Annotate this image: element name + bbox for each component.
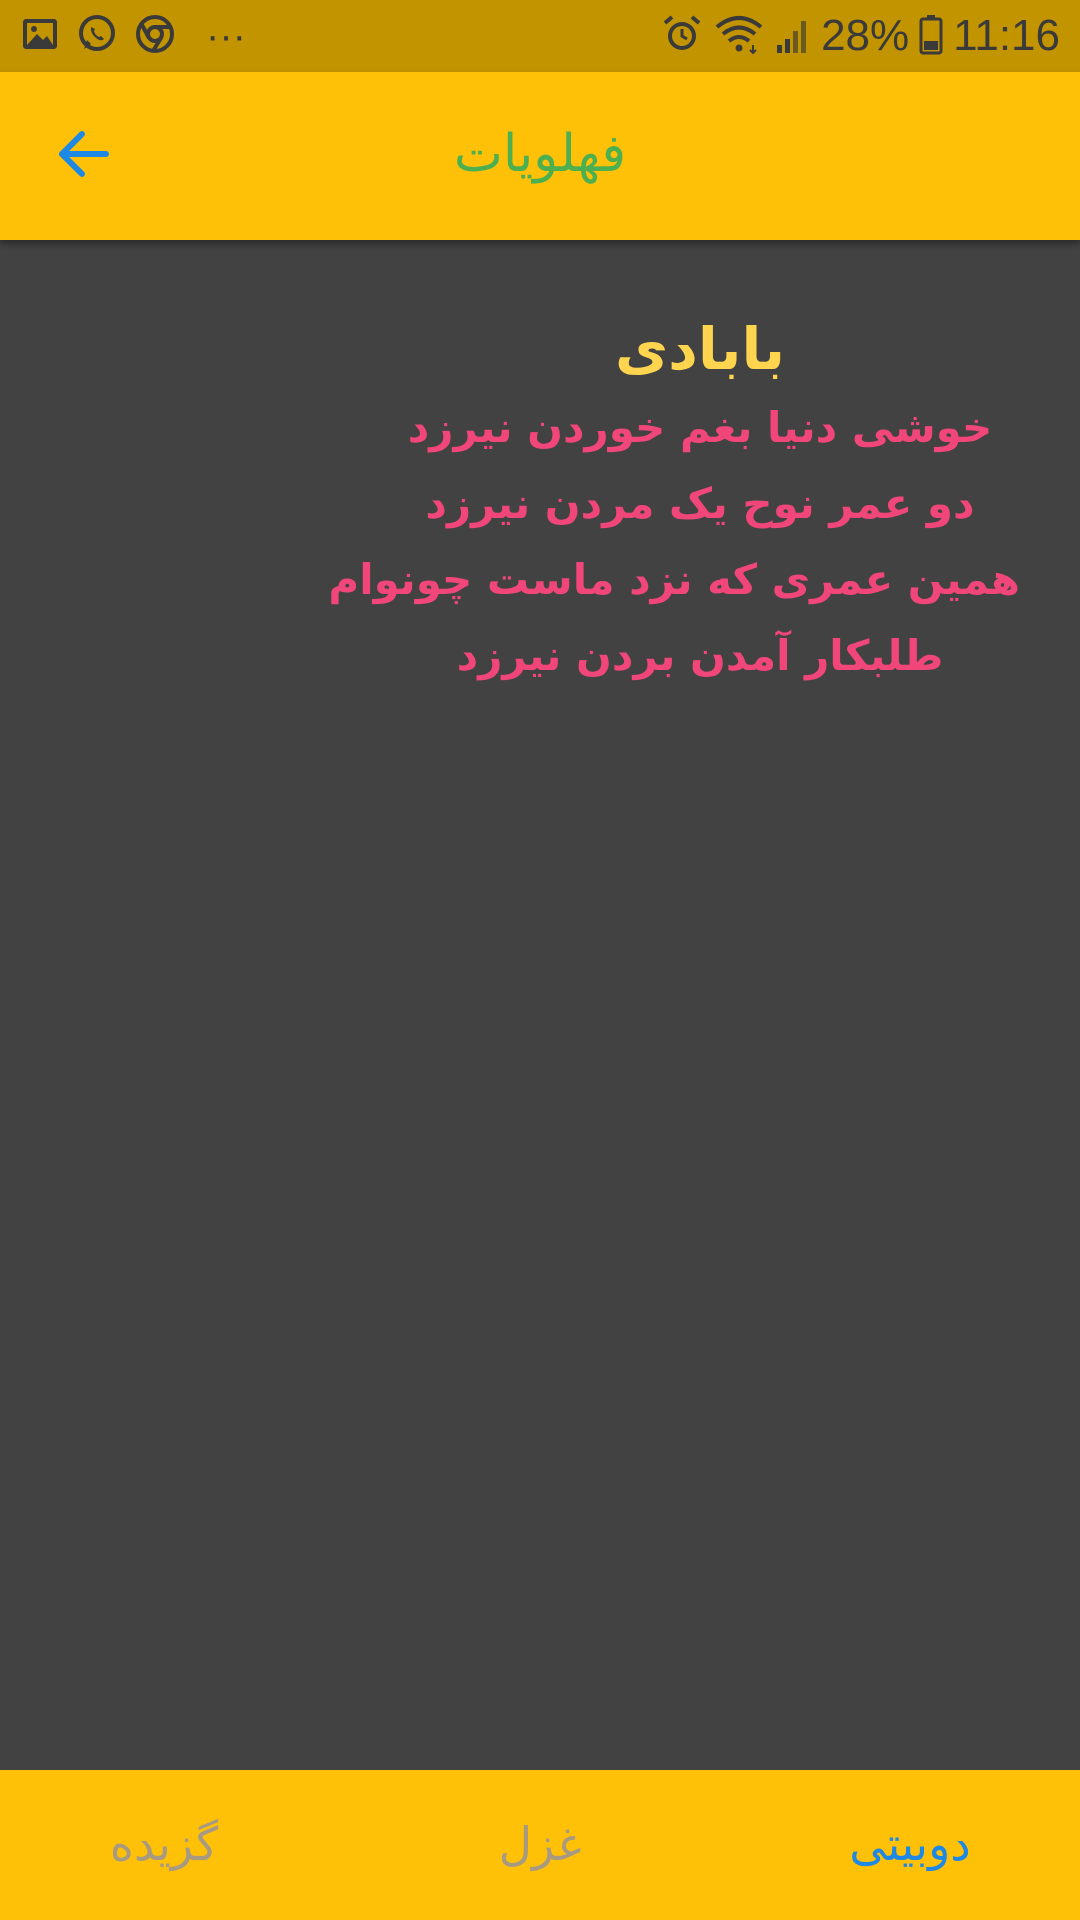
poem-content: بابادی خوشی دنیا بغم خوردن نیرزد دو عمر … (0, 240, 1080, 1770)
battery-percent: 28% (821, 11, 910, 60)
wifi-icon (713, 13, 765, 59)
tab-ghazal[interactable]: غزل (390, 1806, 690, 1882)
tab-gozideh[interactable]: گزیده (14, 1806, 314, 1882)
poet-name: بابادی (614, 315, 786, 383)
poem-line: دو عمر نوح یک مردن نیرزد (425, 479, 975, 528)
whatsapp-icon (76, 13, 118, 59)
more-icon: ··· (206, 14, 246, 58)
poem-card: بابادی خوشی دنیا بغم خوردن نیرزد دو عمر … (328, 308, 1020, 694)
alarm-icon (661, 13, 703, 59)
tab-dobeyti[interactable]: دوبیتی (760, 1806, 1060, 1882)
app-bar: فهلویات (0, 72, 1080, 240)
poem-line: همین عمری که نزد ماست چونوام (328, 555, 1020, 604)
status-bar: ··· 28% 11:16 (0, 0, 1080, 72)
chrome-icon (134, 13, 176, 59)
status-left-icons: ··· (20, 14, 246, 58)
bottom-navigation: دوبیتی غزل گزیده (0, 1770, 1080, 1920)
clock: 11:16 (953, 11, 1060, 60)
gallery-icon (20, 14, 60, 58)
status-right-icons: 28% 11:16 (661, 10, 1060, 62)
signal-icon (775, 13, 811, 59)
page-title: فهلویات (453, 124, 627, 184)
battery-icon (919, 13, 943, 59)
poem-line: طلبکار آمدن بردن نیرزد (456, 631, 944, 680)
poem-line: خوشی دنیا بغم خوردن نیرزد (407, 403, 993, 452)
